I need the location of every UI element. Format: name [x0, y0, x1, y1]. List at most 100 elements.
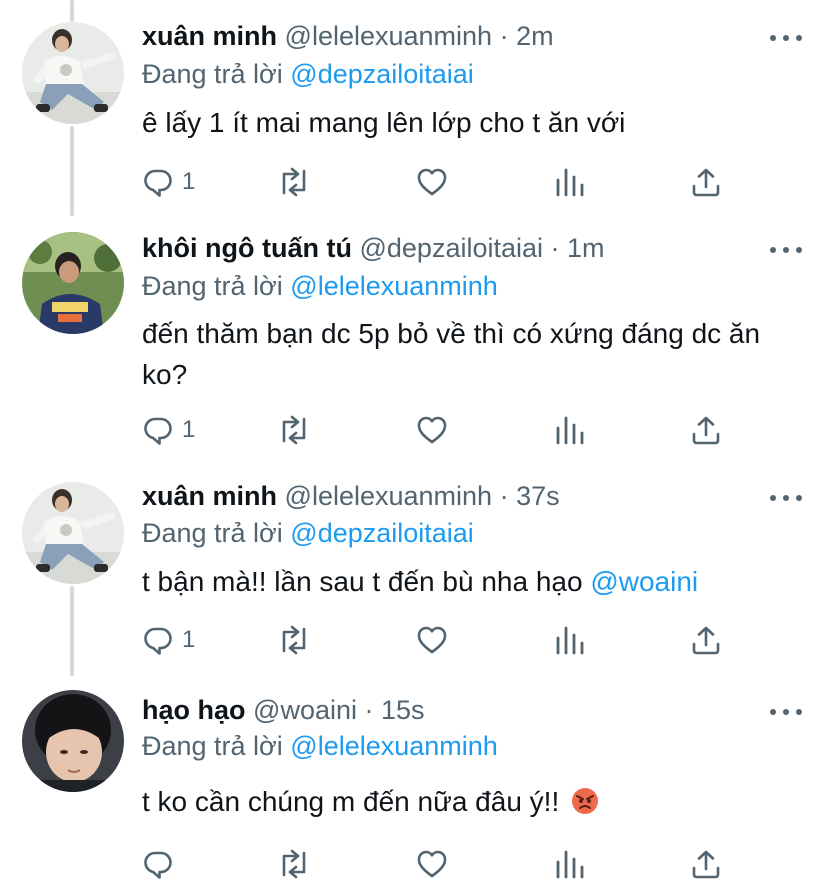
share-icon: [690, 624, 722, 656]
tweet[interactable]: khôi ngô tuấn tú @depzailoitaiai · 1m Đa…: [0, 216, 828, 466]
separator-dot: ·: [499, 481, 509, 511]
reply-count: 1: [182, 416, 196, 443]
tweet-text-content: t ko cần chúng m đến nữa đâu ý!!: [142, 786, 560, 817]
like-icon: [416, 848, 448, 880]
tweet-actions: [142, 846, 802, 882]
share-button[interactable]: [690, 412, 722, 448]
tweet-text: ê lấy 1 ít mai mang lên lớp cho t ăn với: [142, 107, 626, 138]
retweet-button[interactable]: [276, 164, 312, 200]
more-icon: [770, 247, 776, 253]
timestamp[interactable]: 1m: [567, 233, 605, 263]
tweet-text: t bận mà!! lần sau t đến bù nha hạo @woa…: [142, 561, 802, 602]
replying-to-mention[interactable]: @lelelexuanminh: [290, 271, 498, 301]
analytics-button[interactable]: [554, 846, 586, 882]
avatar[interactable]: [22, 482, 124, 584]
reply-icon: [142, 848, 174, 880]
tweet-header: xuân minh @lelelexuanminh · 37s: [142, 478, 560, 514]
like-button[interactable]: [416, 622, 448, 658]
like-icon: [416, 166, 448, 198]
analytics-icon: [554, 414, 586, 446]
display-name[interactable]: hạo hạo: [142, 695, 246, 725]
username[interactable]: @depzailoitaiai: [359, 233, 543, 263]
retweet-icon: [276, 166, 312, 198]
share-icon: [690, 848, 722, 880]
reply-button[interactable]: [142, 846, 182, 882]
replying-to: Đang trả lời @lelelexuanminh: [142, 728, 498, 764]
analytics-button[interactable]: [554, 622, 586, 658]
tweet-text: t ko cần chúng m đến nữa đâu ý!!: [142, 781, 802, 822]
like-button[interactable]: [416, 412, 448, 448]
replying-to: Đang trả lời @depzailoitaiai: [142, 515, 474, 551]
tweet[interactable]: hạo hạo @woaini · 15s Đang trả lời @lele…: [0, 676, 828, 890]
more-icon: [770, 35, 776, 41]
tweet[interactable]: xuân minh @lelelexuanminh · 37s Đang trả…: [0, 466, 828, 676]
more-options-button[interactable]: [770, 240, 802, 260]
more-options-button[interactable]: [770, 28, 802, 48]
retweet-icon: [276, 848, 312, 880]
reply-button[interactable]: 1: [142, 412, 195, 448]
more-icon: [770, 709, 776, 715]
like-icon: [416, 624, 448, 656]
reply-icon: [142, 166, 174, 198]
analytics-icon: [554, 166, 586, 198]
retweet-icon: [276, 624, 312, 656]
analytics-button[interactable]: [554, 164, 586, 200]
display-name[interactable]: xuân minh: [142, 481, 277, 511]
like-icon: [416, 414, 448, 446]
tweet-actions: 1: [142, 622, 802, 658]
separator-dot: ·: [499, 21, 509, 51]
replying-to-mention[interactable]: @depzailoitaiai: [290, 518, 474, 548]
replying-to: Đang trả lời @lelelexuanminh: [142, 268, 498, 304]
more-icon: [770, 495, 776, 501]
tweet-actions: 1: [142, 412, 802, 448]
tweet-header: xuân minh @lelelexuanminh · 2m: [142, 18, 554, 54]
replying-to-label: Đang trả lời: [142, 59, 283, 89]
analytics-icon: [554, 848, 586, 880]
username[interactable]: @lelelexuanminh: [285, 21, 493, 51]
avatar[interactable]: [22, 22, 124, 124]
like-button[interactable]: [416, 846, 448, 882]
tweet-header: khôi ngô tuấn tú @depzailoitaiai · 1m: [142, 230, 605, 266]
reply-button[interactable]: 1: [142, 164, 195, 200]
analytics-icon: [554, 624, 586, 656]
tweet-text: đến thăm bạn dc 5p bỏ về thì có xứng đán…: [142, 318, 761, 390]
timestamp[interactable]: 37s: [516, 481, 560, 511]
replying-to-label: Đang trả lời: [142, 731, 283, 761]
tweet[interactable]: xuân minh @lelelexuanminh · 2m Đang trả …: [0, 0, 828, 216]
separator-dot: ·: [364, 695, 374, 725]
separator-dot: ·: [550, 233, 560, 263]
reply-button[interactable]: 1: [142, 622, 195, 658]
replying-to-label: Đang trả lời: [142, 271, 283, 301]
share-button[interactable]: [690, 164, 722, 200]
share-button[interactable]: [690, 622, 722, 658]
avatar[interactable]: [22, 690, 124, 792]
avatar[interactable]: [22, 232, 124, 334]
reply-count: 1: [182, 626, 196, 653]
display-name[interactable]: xuân minh: [142, 21, 277, 51]
tweet-mention[interactable]: @woaini: [590, 566, 698, 597]
angry-face-emoji: [572, 788, 599, 814]
username[interactable]: @lelelexuanminh: [285, 481, 493, 511]
more-options-button[interactable]: [770, 488, 802, 508]
timestamp[interactable]: 15s: [381, 695, 425, 725]
more-options-button[interactable]: [770, 702, 802, 722]
like-button[interactable]: [416, 164, 448, 200]
retweet-icon: [276, 414, 312, 446]
tweet-actions: 1: [142, 164, 802, 200]
replying-to-mention[interactable]: @lelelexuanminh: [290, 731, 498, 761]
share-icon: [690, 414, 722, 446]
retweet-button[interactable]: [276, 846, 312, 882]
reply-count: 1: [182, 168, 196, 195]
replying-to-label: Đang trả lời: [142, 518, 283, 548]
share-button[interactable]: [690, 846, 722, 882]
username[interactable]: @woaini: [253, 695, 357, 725]
share-icon: [690, 166, 722, 198]
analytics-button[interactable]: [554, 412, 586, 448]
tweet-text-content: t bận mà!! lần sau t đến bù nha hạo: [142, 566, 583, 597]
replying-to-mention[interactable]: @depzailoitaiai: [290, 59, 474, 89]
retweet-button[interactable]: [276, 412, 312, 448]
timestamp[interactable]: 2m: [516, 21, 554, 51]
display-name[interactable]: khôi ngô tuấn tú: [142, 233, 352, 263]
retweet-button[interactable]: [276, 622, 312, 658]
replying-to: Đang trả lời @depzailoitaiai: [142, 56, 474, 92]
